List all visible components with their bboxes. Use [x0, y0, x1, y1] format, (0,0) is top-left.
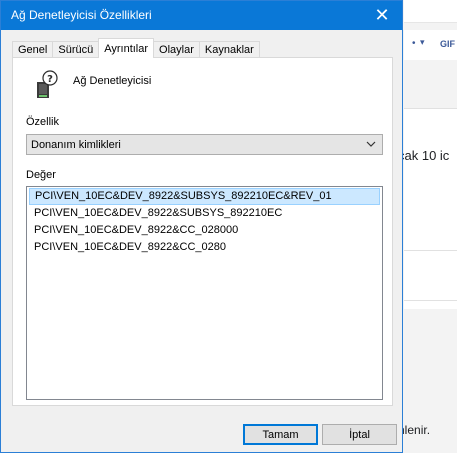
background-text: cak 10 ic — [398, 148, 450, 163]
svg-text:?: ? — [47, 74, 53, 85]
device-name: Ağ Denetleyicisi — [73, 75, 152, 87]
list-item[interactable]: PCI\VEN_10EC&DEV_8922&SUBSYS_892210EC&RE… — [29, 188, 380, 205]
ok-button[interactable]: Tamam — [243, 424, 318, 445]
property-label: Özellik — [26, 116, 60, 128]
background-dots-icon: • — [412, 38, 417, 49]
property-dropdown[interactable]: Donanım kimlikleri — [26, 134, 383, 155]
tab-resources[interactable]: Kaynaklar — [198, 41, 260, 58]
background-topbar — [404, 0, 457, 23]
tab-details[interactable]: Ayrıntılar — [98, 38, 155, 58]
title-bar[interactable]: Ağ Denetleyicisi Özellikleri ✕ — [1, 1, 402, 30]
tab-events[interactable]: Olaylar — [153, 41, 200, 58]
background-gif-label[interactable]: GIF — [440, 39, 455, 49]
properties-dialog: Ağ Denetleyicisi Özellikleri ✕ Genel Sür… — [0, 0, 403, 453]
value-label: Değer — [26, 169, 56, 181]
tab-driver[interactable]: Sürücü — [52, 41, 100, 58]
close-icon[interactable]: ✕ — [362, 1, 402, 30]
cancel-button[interactable]: İptal — [322, 424, 397, 445]
dialog-title: Ağ Denetleyicisi Özellikleri — [11, 8, 152, 22]
background-toolbar: • ▾ GIF — [404, 30, 457, 60]
value-listbox[interactable]: PCI\VEN_10EC&DEV_8922&SUBSYS_892210EC&RE… — [26, 186, 383, 400]
property-dropdown-value: Donanım kimlikleri — [31, 138, 121, 151]
background-divider — [404, 250, 457, 251]
list-item[interactable]: PCI\VEN_10EC&DEV_8922&CC_028000 — [27, 222, 382, 239]
tab-strip: Genel Sürücü Ayrıntılar Olaylar Kaynakla… — [12, 38, 260, 58]
chevron-down-icon — [366, 141, 376, 147]
list-item[interactable]: PCI\VEN_10EC&DEV_8922&SUBSYS_892210EC — [27, 205, 382, 222]
list-item[interactable]: PCI\VEN_10EC&DEV_8922&CC_0280 — [27, 239, 382, 256]
unknown-device-icon: ? — [37, 70, 58, 98]
details-panel: ? Ağ Denetleyicisi Özellik Donanım kimli… — [12, 57, 393, 406]
tab-general[interactable]: Genel — [12, 41, 54, 58]
background-divider — [404, 300, 457, 301]
background-card — [404, 108, 457, 309]
background-caret-icon: ▾ — [420, 37, 425, 47]
